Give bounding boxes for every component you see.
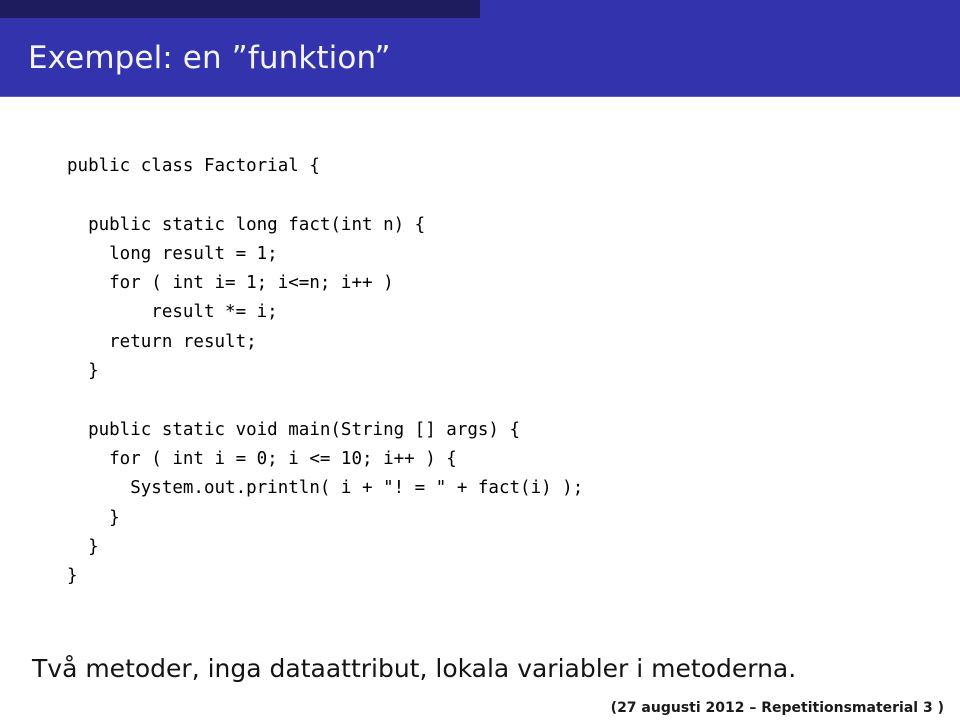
code-line: } <box>67 507 120 528</box>
top-strip <box>0 0 960 18</box>
code-line: long result = 1; <box>67 243 278 264</box>
title-bar: Exempel: en ”funktion” <box>0 18 960 97</box>
code-line: for ( int i= 1; i<=n; i++ ) <box>67 273 394 294</box>
slide-caption: Två metoder, inga dataattribut, lokala v… <box>32 654 797 683</box>
code-line: public static long fact(int n) { <box>67 214 426 235</box>
code-line: public class Factorial { <box>67 156 320 176</box>
code-line: public static void main(String [] args) … <box>67 419 521 440</box>
top-strip-dark-segment <box>0 0 480 18</box>
code-line: } <box>67 536 99 557</box>
slide: Exempel: en ”funktion” public class Fact… <box>0 0 960 720</box>
code-line: return result; <box>67 331 257 352</box>
code-line: for ( int i = 0; i <= 10; i++ ) { <box>67 448 457 469</box>
code-line: } <box>67 361 99 382</box>
slide-footer: (27 augusti 2012 – Repetitionsmaterial 3… <box>610 700 944 716</box>
slide-title: Exempel: en ”funktion” <box>28 39 391 76</box>
code-line: result *= i; <box>67 302 278 323</box>
code-line: System.out.println( i + "! = " + fact(i)… <box>67 478 584 499</box>
top-strip-light-segment <box>480 0 960 18</box>
code-line: } <box>67 566 78 587</box>
code-listing: public class Factorial { public static l… <box>67 152 583 591</box>
